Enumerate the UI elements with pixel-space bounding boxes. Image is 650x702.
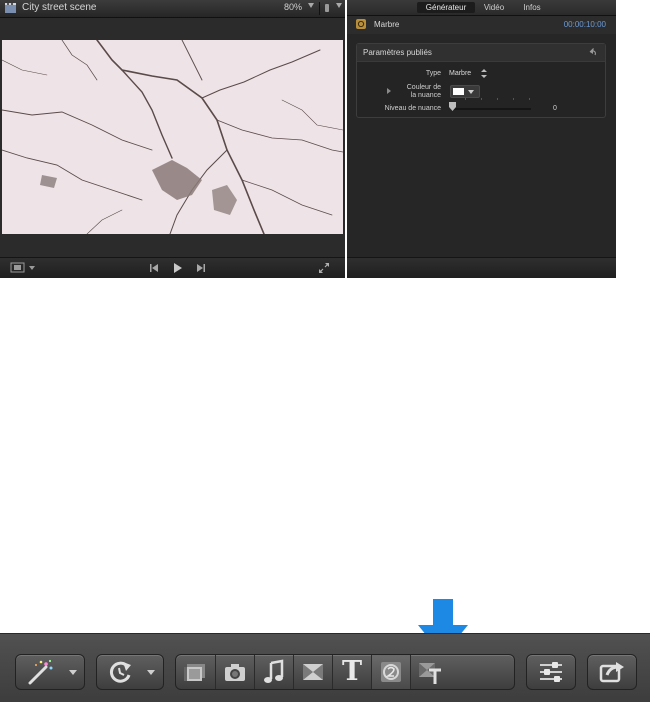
generators-icon — [381, 662, 401, 682]
inspector-header: Marbre 00:00:10:00 — [347, 16, 616, 34]
tint-color-label: Couleur de la nuance — [377, 84, 441, 100]
video-preview[interactable] — [2, 40, 343, 234]
zoom-chevron-down-icon[interactable] — [308, 3, 314, 8]
previous-frame-icon[interactable] — [148, 262, 160, 274]
popup-arrows-icon[interactable] — [481, 69, 487, 78]
titles-button[interactable]: T — [332, 655, 371, 689]
play-icon[interactable] — [171, 262, 183, 274]
published-parameters-section: Paramètres publiés Type Marbre Couleur d… — [356, 43, 606, 118]
tint-color-label-line2: la nuance — [410, 92, 441, 99]
chevron-down-icon — [69, 670, 77, 675]
camera-icon — [225, 664, 245, 681]
inspector-tabs: Générateur Vidéo Infos — [347, 0, 616, 16]
share-button[interactable] — [587, 654, 637, 690]
music-button[interactable] — [254, 655, 293, 689]
type-popup[interactable]: Marbre — [449, 70, 471, 77]
duration-timecode: 00:00:10:00 — [563, 20, 606, 29]
themes-icon — [419, 663, 441, 684]
tab-video[interactable]: Vidéo — [479, 2, 509, 13]
tint-level-slider[interactable] — [451, 108, 531, 110]
fit-view-icon[interactable] — [10, 262, 38, 274]
color-swatch — [453, 88, 464, 95]
inspector-footer — [347, 257, 616, 278]
generator-name: Marbre — [374, 20, 400, 29]
switch-icon[interactable] — [322, 3, 332, 13]
type-label: Type — [425, 70, 441, 77]
reset-icon[interactable] — [588, 48, 597, 57]
slider-thumb[interactable] — [449, 102, 456, 111]
titles-icon: T — [341, 656, 363, 687]
tint-level-label: Niveau de nuance — [384, 105, 441, 112]
clip-icon — [5, 3, 16, 13]
photos-button[interactable] — [215, 655, 254, 689]
next-frame-icon[interactable] — [195, 262, 207, 274]
share-icon — [599, 662, 624, 683]
browser-buttons-group: T — [175, 654, 515, 690]
themes-button[interactable] — [410, 655, 449, 689]
zoom-level[interactable]: 80% — [284, 2, 302, 12]
divider — [319, 2, 320, 15]
marble-image — [2, 40, 343, 234]
tab-info[interactable]: Infos — [519, 2, 545, 13]
generators-button[interactable] — [371, 655, 410, 689]
chevron-down-icon[interactable] — [468, 90, 474, 94]
slider-tick — [465, 98, 466, 100]
media-browser-button[interactable] — [176, 655, 214, 689]
filmstrip-icon — [184, 664, 205, 681]
generator-icon — [356, 19, 366, 29]
viewer-footer — [0, 257, 345, 278]
slider-tick — [513, 98, 514, 100]
view-chevron-down-icon[interactable] — [336, 3, 342, 8]
section-header[interactable]: Paramètres publiés — [357, 44, 605, 62]
chevron-down-icon — [147, 670, 155, 675]
retime-icon — [109, 661, 131, 683]
enhancements-button[interactable] — [15, 654, 85, 690]
music-note-icon — [264, 659, 284, 683]
toolbar: T — [0, 633, 650, 702]
slider-tick — [529, 98, 530, 100]
transitions-icon — [303, 664, 323, 680]
slider-tick — [497, 98, 498, 100]
magic-wand-icon — [28, 659, 53, 685]
viewer-header: City street scene 80% — [0, 0, 345, 18]
tint-color-label-line1: Couleur de — [406, 84, 441, 91]
retime-button[interactable] — [96, 654, 164, 690]
color-well[interactable] — [450, 85, 480, 98]
tab-generator[interactable]: Générateur — [417, 2, 475, 13]
section-title: Paramètres publiés — [363, 48, 432, 57]
inspector-button[interactable] — [526, 654, 576, 690]
slider-tick — [481, 98, 482, 100]
tint-level-value[interactable]: 0 — [553, 105, 557, 112]
inspector-panel: Générateur Vidéo Infos Marbre 00:00:10:0… — [347, 0, 616, 278]
viewer-panel: City street scene 80% — [0, 0, 345, 278]
fullscreen-icon[interactable] — [318, 262, 330, 274]
viewer-clip-title: City street scene — [22, 2, 97, 13]
sliders-icon — [540, 662, 562, 682]
transitions-button[interactable] — [293, 655, 332, 689]
